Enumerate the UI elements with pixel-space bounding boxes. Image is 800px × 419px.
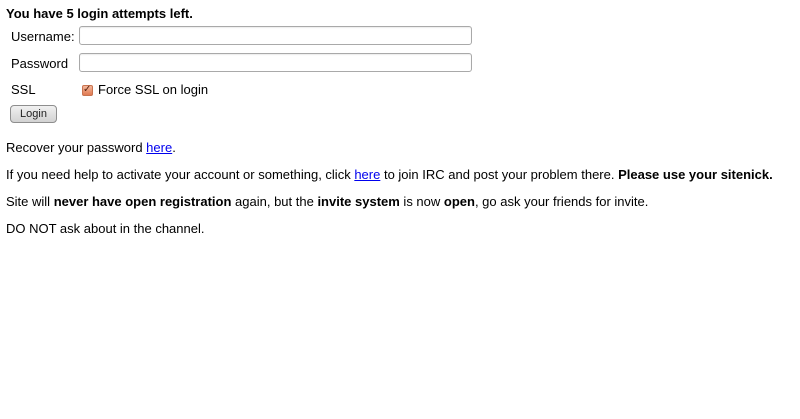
ssl-label: SSL (11, 82, 36, 97)
login-button[interactable]: Login (10, 105, 57, 123)
username-input[interactable] (79, 26, 472, 45)
ssl-row: SSL ✓ Force SSL on login (0, 79, 800, 101)
force-ssl-checkbox[interactable]: ✓ (82, 83, 93, 96)
password-input[interactable] (79, 53, 472, 72)
checkmark-icon: ✓ (83, 83, 92, 95)
login-attempts-message: You have 5 login attempts left. (6, 6, 193, 21)
registration-text-4: , go ask your friends for invite. (474, 194, 649, 209)
registration-bold-1: never have open registration (53, 194, 232, 209)
recover-text: Recover your password (6, 140, 147, 155)
help-text-middle: to join IRC and post your problem there. (380, 167, 619, 182)
force-ssl-label[interactable]: Force SSL on login (98, 82, 208, 98)
registration-bold-3: open (443, 194, 475, 209)
sitenick-notice: Please use your sitenick. (618, 167, 773, 182)
help-line: If you need help to activate your accoun… (6, 167, 773, 183)
password-row: Password (0, 53, 800, 75)
registration-text-3: is now (399, 194, 444, 209)
registration-text-2: again, but the (231, 194, 318, 209)
recover-password-link[interactable]: here (146, 140, 172, 155)
username-row: Username: (0, 26, 800, 48)
recover-period: . (172, 140, 176, 155)
recover-password-line: Recover your password here. (6, 140, 176, 156)
help-text: If you need help to activate your accoun… (6, 167, 355, 182)
force-ssl-control: ✓ Force SSL on login (82, 82, 208, 98)
password-label: Password (11, 56, 69, 71)
username-label: Username: (11, 29, 75, 44)
registration-line: Site will never have open registration a… (6, 194, 648, 210)
do-not-ask-line: DO NOT ask about in the channel. (6, 221, 205, 236)
registration-bold-2: invite system (317, 194, 400, 209)
irc-help-link[interactable]: here (354, 167, 380, 182)
registration-text-1: Site will (6, 194, 54, 209)
